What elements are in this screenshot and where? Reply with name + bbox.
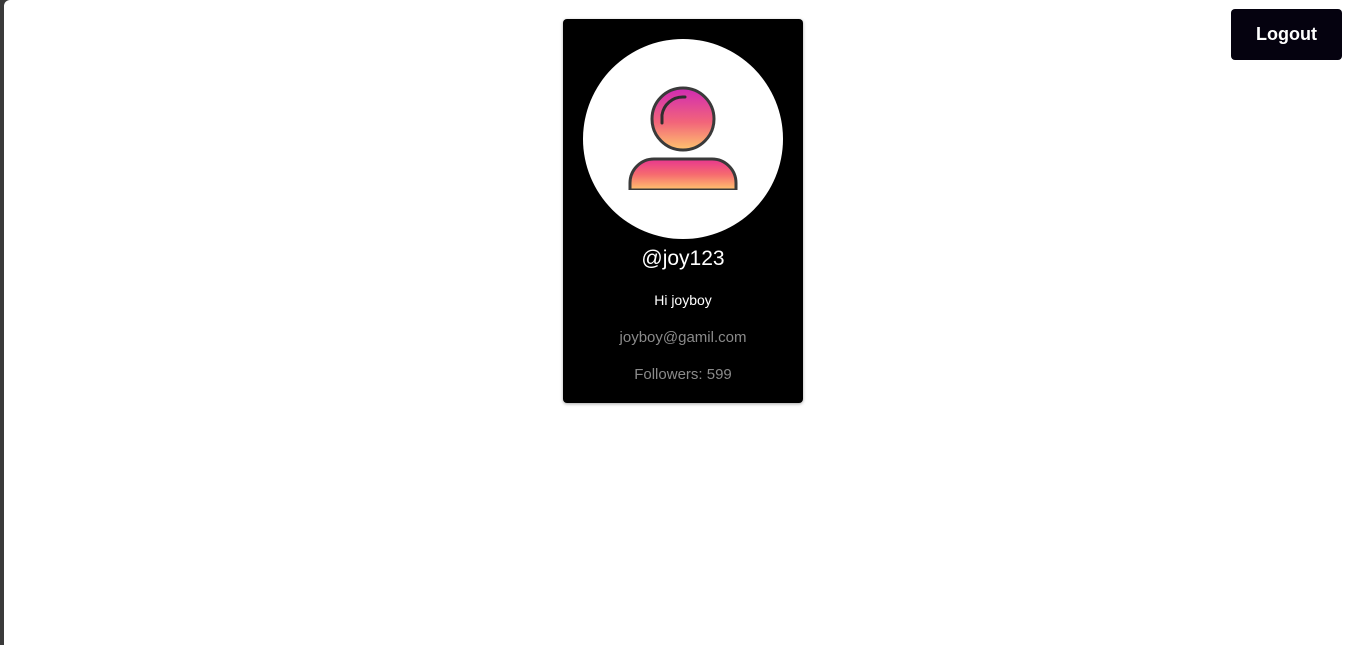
email-text: joyboy@gamil.com [619, 329, 747, 346]
profile-card: @joy123 Hi joyboy joyboy@gamil.com Follo… [563, 19, 803, 403]
logout-button[interactable]: Logout [1231, 9, 1342, 60]
avatar [583, 39, 783, 239]
followers-count: Followers: 599 [634, 366, 732, 383]
page-viewport: Logout @joy123 Hi joyboy joyboy@gamil.co… [4, 0, 1362, 645]
user-icon [627, 86, 739, 194]
username: @joy123 [641, 247, 725, 270]
bio-text: Hi joyboy [654, 292, 712, 308]
